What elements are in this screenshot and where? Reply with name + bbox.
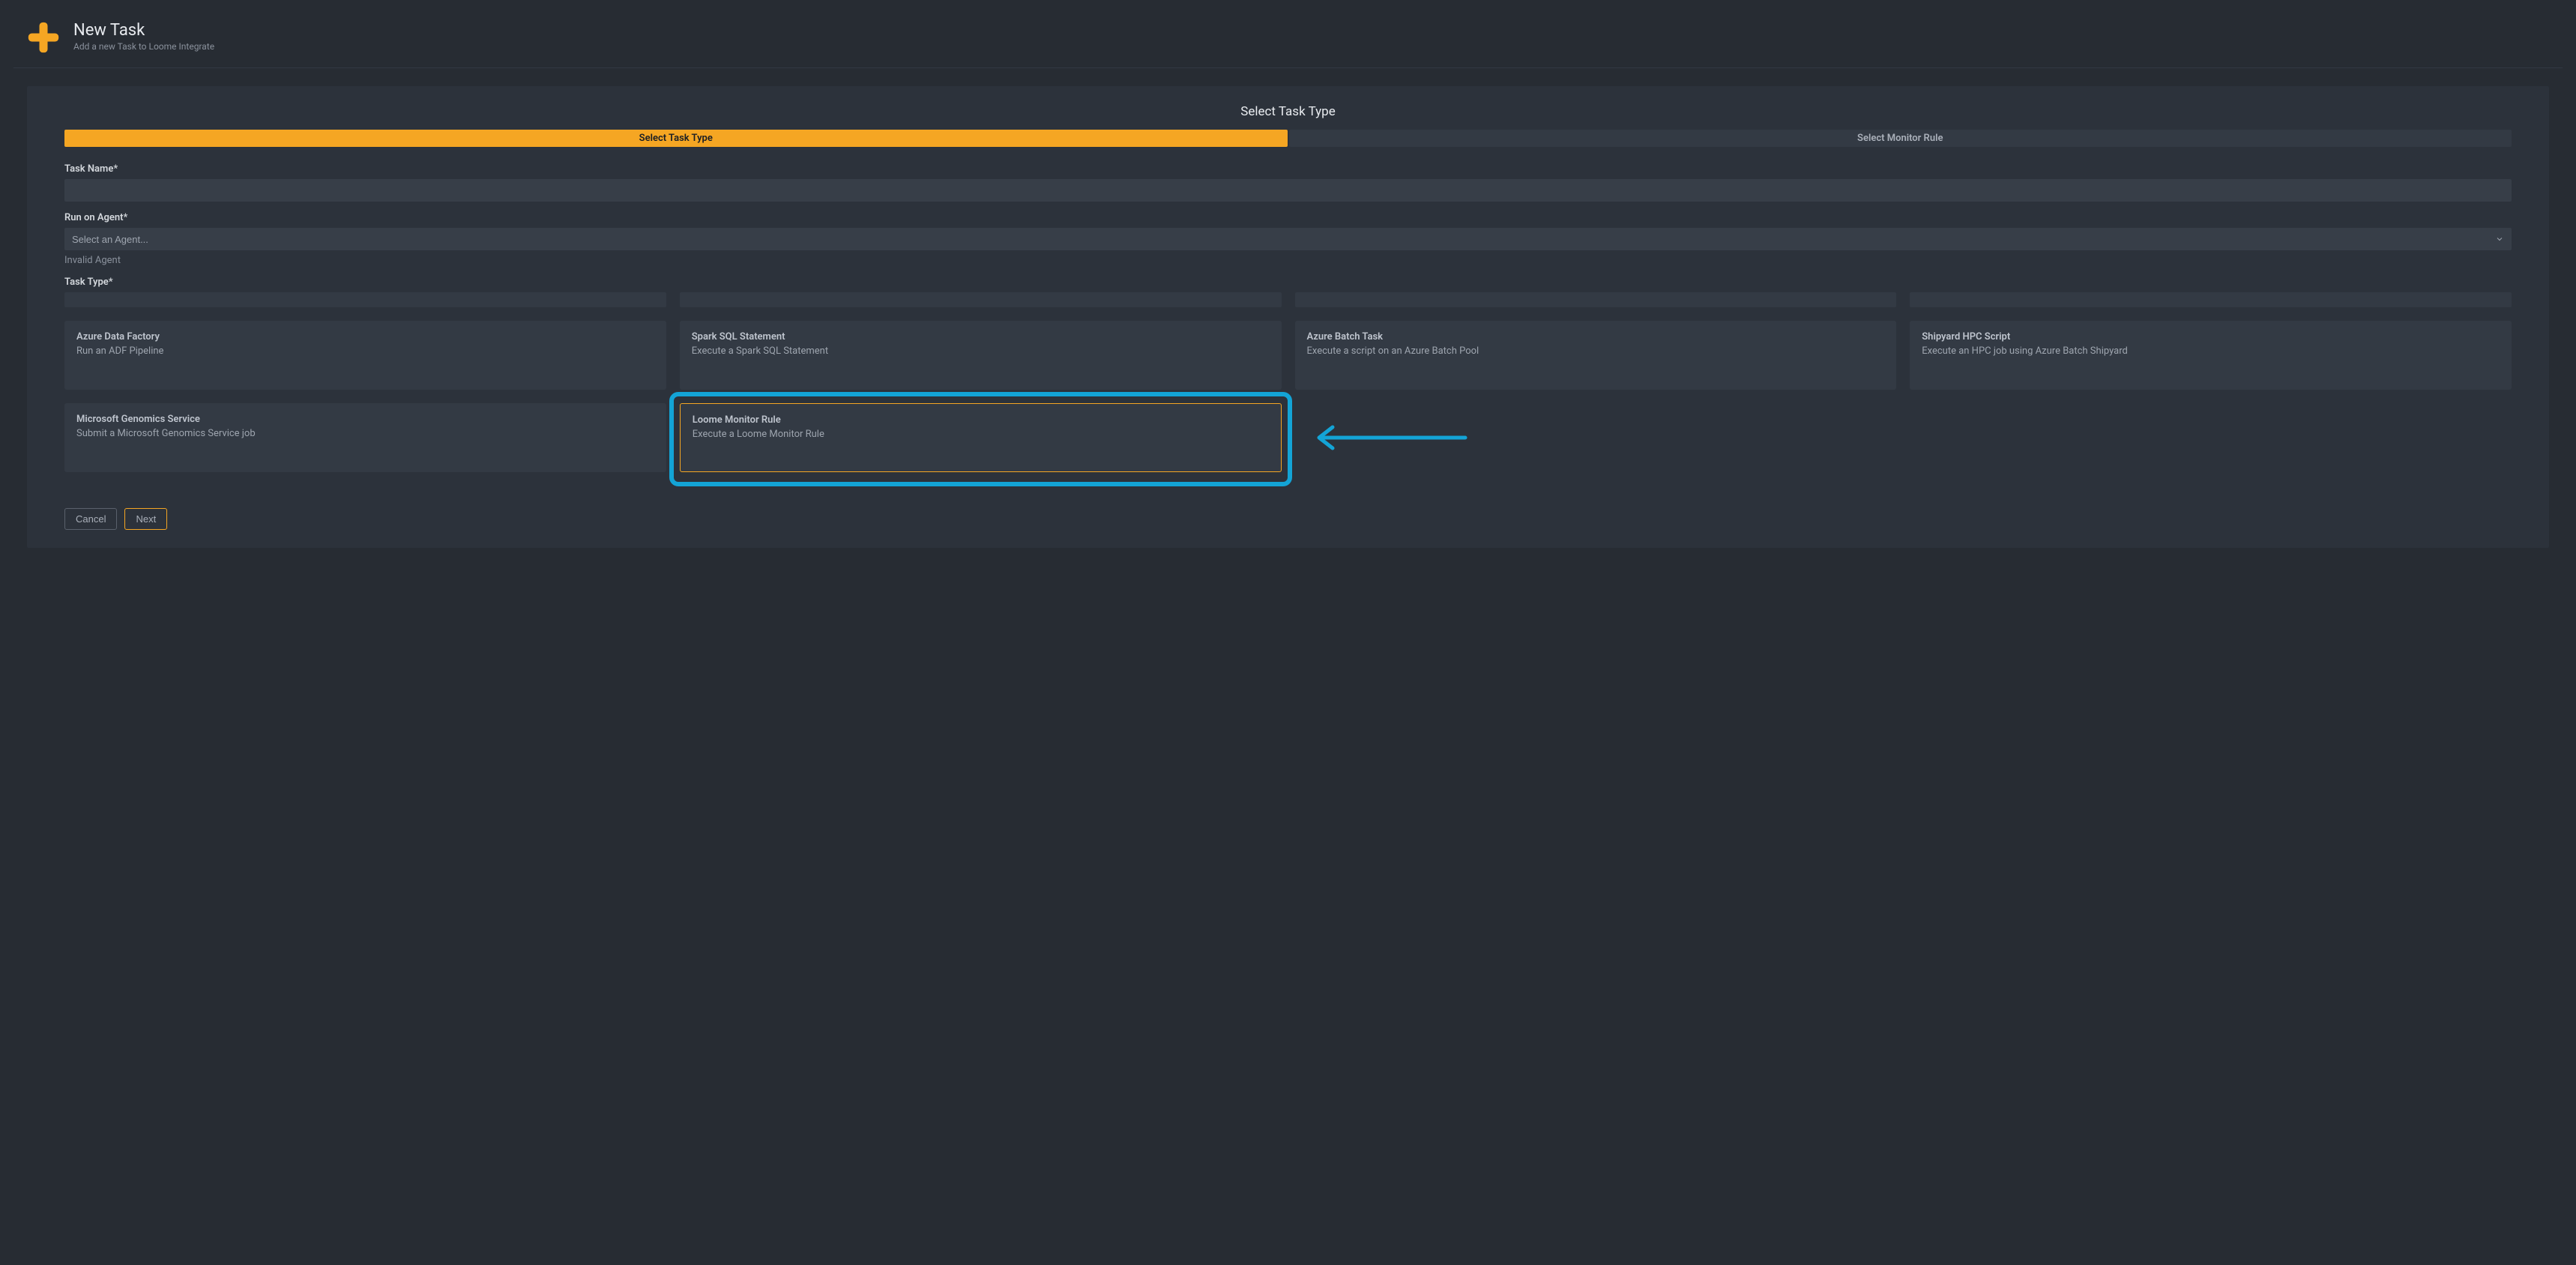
agent-helper-text: Invalid Agent xyxy=(64,255,2512,266)
next-button[interactable]: Next xyxy=(124,508,167,530)
card-desc: Submit a Microsoft Genomics Service job xyxy=(76,428,654,439)
card-title: Azure Batch Task xyxy=(1307,331,1885,342)
tab-row: Select Task Type Select Monitor Rule xyxy=(37,130,2539,147)
stub-card xyxy=(1295,292,1897,307)
card-desc: Execute a script on an Azure Batch Pool xyxy=(1307,345,1885,357)
card-desc: Run an ADF Pipeline xyxy=(76,345,654,357)
task-name-label: Task Name* xyxy=(64,163,2512,175)
task-type-card-azure-batch[interactable]: Azure Batch Task Execute a script on an … xyxy=(1295,321,1897,390)
tab-select-monitor-rule[interactable]: Select Monitor Rule xyxy=(1289,130,2512,147)
task-type-card-azure-data-factory[interactable]: Azure Data Factory Run an ADF Pipeline xyxy=(64,321,666,390)
run-on-agent-label: Run on Agent* xyxy=(64,212,2512,223)
stub-card xyxy=(680,292,1282,307)
task-panel: Select Task Type Select Task Type Select… xyxy=(27,86,2549,548)
task-type-label: Task Type* xyxy=(64,277,2512,288)
task-type-card-microsoft-genomics[interactable]: Microsoft Genomics Service Submit a Micr… xyxy=(64,403,666,472)
task-name-input[interactable] xyxy=(64,179,2512,202)
page-title: New Task xyxy=(73,21,214,40)
button-row: Cancel Next xyxy=(37,508,2539,530)
task-type-card-shipyard-hpc[interactable]: Shipyard HPC Script Execute an HPC job u… xyxy=(1910,321,2512,390)
arrow-left-icon xyxy=(1312,423,1469,453)
panel-title: Select Task Type xyxy=(37,104,2539,119)
header-divider xyxy=(13,67,2563,68)
task-type-card-spark-sql[interactable]: Spark SQL Statement Execute a Spark SQL … xyxy=(680,321,1282,390)
card-desc: Execute an HPC job using Azure Batch Shi… xyxy=(1922,345,2500,357)
card-desc: Execute a Loome Monitor Rule xyxy=(693,429,1269,440)
page-header: New Task Add a new Task to Loome Integra… xyxy=(0,0,2576,67)
card-desc: Execute a Spark SQL Statement xyxy=(692,345,1270,357)
tab-select-task-type[interactable]: Select Task Type xyxy=(64,130,1288,147)
card-title: Azure Data Factory xyxy=(76,331,654,342)
card-title: Spark SQL Statement xyxy=(692,331,1270,342)
stub-card xyxy=(64,292,666,307)
card-title: Shipyard HPC Script xyxy=(1922,331,2500,342)
plus-icon xyxy=(27,21,60,54)
form-area: Task Name* Run on Agent* Select an Agent… xyxy=(37,163,2539,472)
task-type-stub-row xyxy=(64,292,2512,307)
card-title: Microsoft Genomics Service xyxy=(76,414,654,425)
page-subtitle: Add a new Task to Loome Integrate xyxy=(73,41,214,52)
card-title: Loome Monitor Rule xyxy=(693,414,1269,426)
task-type-card-loome-monitor-rule[interactable]: Loome Monitor Rule Execute a Loome Monit… xyxy=(680,403,1282,472)
highlight-annotation-wrap: Loome Monitor Rule Execute a Loome Monit… xyxy=(680,403,1282,472)
agent-select[interactable]: Select an Agent... xyxy=(64,228,2512,250)
cancel-button[interactable]: Cancel xyxy=(64,508,117,530)
stub-card xyxy=(1910,292,2512,307)
task-type-grid: Azure Data Factory Run an ADF Pipeline S… xyxy=(64,321,2512,472)
